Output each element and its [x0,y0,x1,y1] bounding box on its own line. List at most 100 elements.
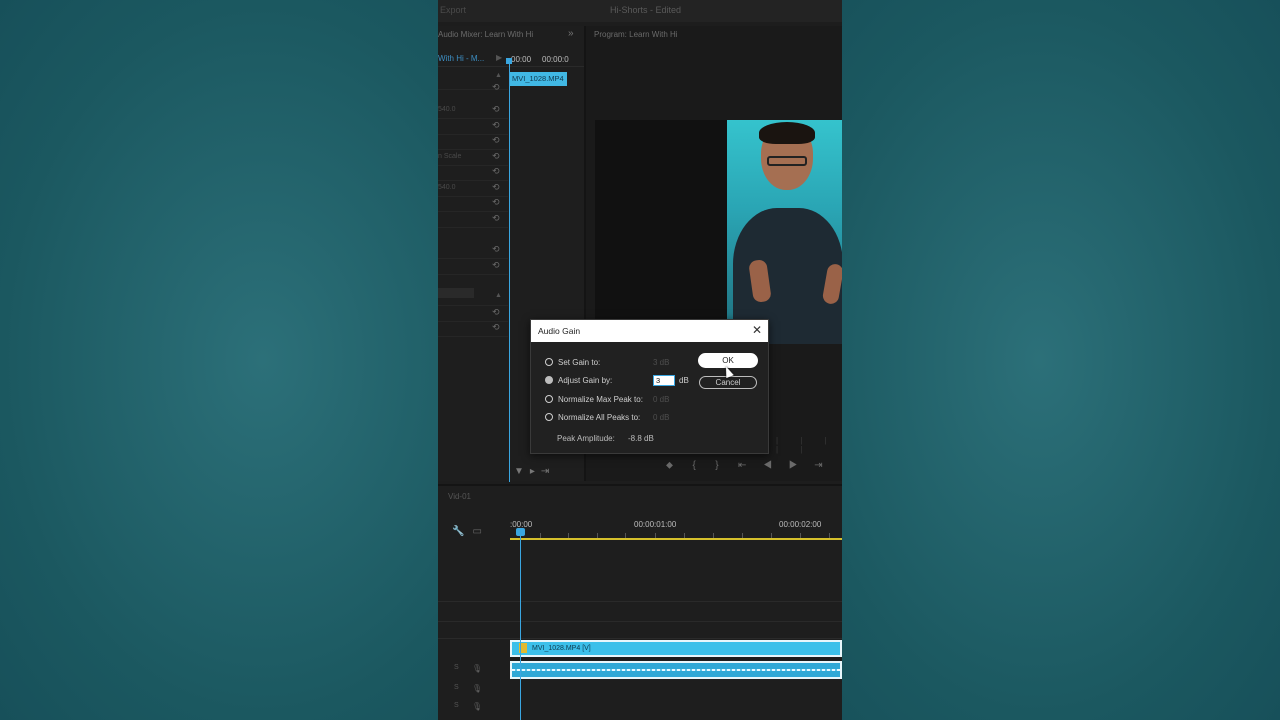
person-hair [759,122,815,144]
property-row: ⟲ [438,212,508,228]
cancel-button[interactable]: Cancel [699,376,757,389]
in-point-icon[interactable]: { [692,460,695,471]
property-value[interactable]: 540.0 [438,106,456,113]
program-video-frame [595,120,842,344]
reset-icon[interactable]: ⟲ [492,151,500,162]
close-icon[interactable]: ✕ [752,323,762,337]
video-clip-label: MVI_1028.MP4 [V] [532,645,591,652]
play-icon[interactable]: ▶ [789,460,798,471]
reset-icon[interactable]: ⟲ [492,166,500,177]
property-value[interactable]: 540.0 [438,184,456,191]
reset-icon[interactable]: ⟲ [492,104,500,115]
source-playhead[interactable] [509,62,510,482]
track-divider [438,638,842,639]
track-divider [438,621,842,622]
property-row: ▲ [438,290,508,306]
reset-icon[interactable]: ⟲ [492,244,500,255]
reset-icon[interactable]: ⟲ [492,197,500,208]
reset-icon[interactable]: ⟲ [492,182,500,193]
go-to-in-icon[interactable]: ⇤ [738,460,746,471]
radio-normalize-all[interactable] [545,413,553,421]
wrench-icon[interactable]: 🔧 [452,526,472,537]
mic-icon[interactable]: S 🎙 [454,684,482,693]
radio-set-gain[interactable] [545,358,553,366]
marker-icon[interactable]: ⬥ [666,460,673,471]
reset-icon[interactable]: ⟲ [492,260,500,271]
mini-clip[interactable]: MVI_1028.MP4 [509,72,567,86]
property-row: ⟲ [438,243,508,259]
time-ruler[interactable]: :00:00 00:00:01:00 00:00:02:00 [510,516,842,540]
dialog-title: Audio Gain [538,326,581,336]
transport-controls[interactable]: ⬥ { } ⇤ ◀ ▶ ⇥ [666,460,823,471]
timeline-tools: 🔧▭ [452,526,490,537]
work-area-bar[interactable] [510,538,842,540]
captions-icon[interactable]: ▭ [472,526,489,537]
property-row: 540.0 ⟲ [438,103,508,119]
property-label: n Scale [438,153,462,160]
audio-clip[interactable] [510,661,842,679]
menu-export[interactable]: Export [440,5,466,15]
solo-label[interactable]: S [454,664,459,671]
property-row: ⟲ [438,306,508,322]
mic-icon[interactable]: S 🎙 [454,664,482,673]
option-value[interactable]: 3 dB [653,358,669,367]
reset-icon[interactable]: ⟲ [492,307,500,318]
track-divider [438,601,842,602]
timecode-next: 00:00:0 [542,55,569,64]
property-row: ▲ ⟲ [438,72,508,93]
option-label: Normalize Max Peak to: [558,395,643,404]
adjust-gain-input[interactable]: 3 [653,375,675,386]
blurred-background-left [0,0,438,720]
title-bar: Export Hi-Shorts - Edited [438,0,842,22]
option-label: Set Gain to: [558,358,601,367]
dialog-title-bar: Audio Gain ✕ [531,320,768,342]
timeline-playhead-handle[interactable] [516,528,525,536]
reset-icon[interactable]: ⟲ [492,82,500,93]
radio-adjust-gain[interactable] [545,376,553,384]
sequence-tab[interactable]: Vid-01 [448,492,471,501]
ruler-time: 00:00:01:00 [634,520,677,529]
reset-icon[interactable]: ⟲ [492,322,500,333]
panel-tab-program[interactable]: Program: Learn With Hi [594,30,678,39]
property-row: ⟲ [438,321,508,337]
panel-menu-icon[interactable]: » [568,28,574,39]
reset-icon[interactable]: ⟲ [492,120,500,131]
collapse-icon[interactable]: ▲ [495,292,502,299]
ruler-time: 00:00:02:00 [779,520,822,529]
timeline-panel: Vid-01 🔧▭ :00:00 00:00:01:00 00:00:02:00 [438,484,842,720]
mic-icon[interactable]: S 🎙 [454,702,482,711]
document-title: Hi-Shorts - Edited [610,5,682,15]
gain-unit-label: dB [679,376,689,385]
option-value[interactable]: 0 dB [653,413,669,422]
peak-amplitude-value: -8.8 dB [628,434,654,443]
glasses [767,156,807,166]
property-row: ⟲ [438,196,508,212]
clip-header-name: With Hi - M... [438,54,485,63]
out-point-icon[interactable]: } [715,460,718,471]
property-row: 540.0 ⟲ [438,181,508,197]
panel-tab-audio-mixer[interactable]: Audio Mixer: Learn With Hi [438,30,533,39]
option-value[interactable]: 0 dB [653,395,669,404]
option-label: Normalize All Peaks to: [558,413,641,422]
filter-icon[interactable]: ▼▸⇥ [514,466,555,477]
source-playhead-handle[interactable] [506,58,512,64]
solo-label[interactable]: S [454,684,459,691]
solo-label[interactable]: S [454,702,459,709]
timecode-start: 00:00 [511,55,532,64]
radio-normalize-max[interactable] [545,395,553,403]
collapse-icon[interactable]: ▲ [495,72,502,79]
property-row: n Scale ⟲ [438,150,508,166]
option-label: Adjust Gain by: [558,376,613,385]
step-forward-icon[interactable]: ⇥ [814,460,822,471]
reset-icon[interactable]: ⟲ [492,135,500,146]
video-clip[interactable]: MVI_1028.MP4 [V] [510,640,842,657]
presenter-video [727,120,842,344]
monitor-ruler-ticks: | | | | | [776,436,837,454]
property-row: ⟲ [438,165,508,181]
property-row: ⟲ [438,119,508,135]
step-back-icon[interactable]: ◀ [763,460,772,471]
play-arrow-icon[interactable]: ▶ [496,53,502,62]
reset-icon[interactable]: ⟲ [492,213,500,224]
timeline-playhead[interactable] [520,528,521,720]
audio-gain-dialog: Audio Gain ✕ Set Gain to: 3 dB Adjust Ga… [530,319,769,454]
